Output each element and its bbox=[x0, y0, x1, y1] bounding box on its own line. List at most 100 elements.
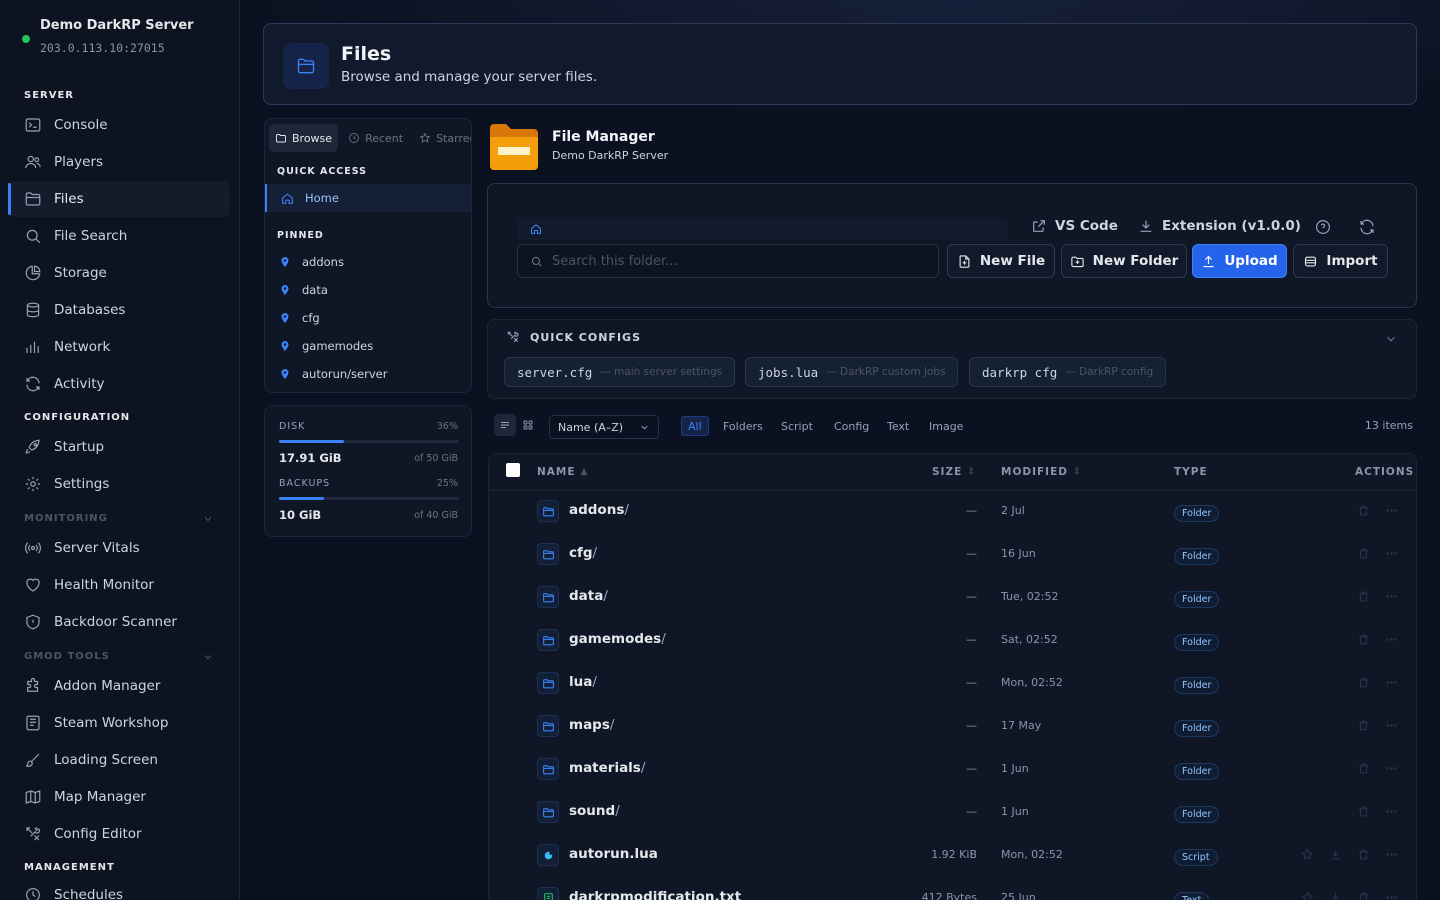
more-icon[interactable] bbox=[1385, 805, 1398, 818]
refresh-icon[interactable] bbox=[1358, 218, 1376, 236]
table-row[interactable]: data/ — Tue, 02:52 Folder bbox=[489, 576, 1416, 619]
search-input[interactable] bbox=[552, 253, 932, 269]
pinned-item[interactable]: gamemodes bbox=[279, 339, 373, 353]
quick-config-chip[interactable]: jobs.lua — DarkRP custom jobs bbox=[745, 357, 959, 387]
quick-config-chip[interactable]: darkrp cfg — DarkRP config bbox=[969, 357, 1167, 387]
delete-icon[interactable] bbox=[1357, 891, 1370, 900]
table-row[interactable]: gamemodes/ — Sat, 02:52 Folder bbox=[489, 619, 1416, 662]
sidebar-item-console[interactable]: Console bbox=[8, 107, 230, 143]
chevron-down-icon[interactable] bbox=[1384, 332, 1398, 346]
download-icon[interactable] bbox=[1329, 891, 1342, 900]
quick-config-chip[interactable]: server.cfg — main server settings bbox=[504, 357, 736, 387]
file-name[interactable]: darkrpmodification.txt bbox=[569, 889, 741, 900]
extension-download-link[interactable]: Extension (v1.0.0) bbox=[1138, 218, 1301, 234]
sidebar-item-files[interactable]: Files bbox=[8, 181, 230, 217]
table-row[interactable]: sound/ — 1 Jun Folder bbox=[489, 791, 1416, 834]
tab-recent[interactable]: Recent bbox=[342, 124, 409, 152]
grid-view-toggle[interactable] bbox=[517, 414, 539, 436]
tab-browse[interactable]: Browse bbox=[269, 124, 339, 152]
file-name[interactable]: maps/ bbox=[569, 717, 614, 733]
sidebar-item-activity[interactable]: Activity bbox=[8, 366, 230, 402]
sort-select[interactable]: Name (A–Z) bbox=[549, 415, 659, 439]
new-file-button[interactable]: New File bbox=[947, 244, 1055, 278]
quick-configs-header[interactable]: QUICK CONFIGS bbox=[506, 330, 641, 344]
sidebar-item-databases[interactable]: Databases bbox=[8, 292, 230, 328]
delete-icon[interactable] bbox=[1357, 676, 1370, 689]
download-icon[interactable] bbox=[1329, 848, 1342, 861]
more-icon[interactable] bbox=[1385, 891, 1398, 900]
file-name[interactable]: cfg/ bbox=[569, 545, 597, 561]
file-name[interactable]: sound/ bbox=[569, 803, 620, 819]
sidebar-item-players[interactable]: Players bbox=[8, 144, 230, 180]
delete-icon[interactable] bbox=[1357, 805, 1370, 818]
star-icon[interactable] bbox=[1301, 891, 1314, 900]
file-name[interactable]: autorun.lua bbox=[569, 846, 658, 862]
delete-icon[interactable] bbox=[1357, 633, 1370, 646]
more-icon[interactable] bbox=[1385, 504, 1398, 517]
filter-image[interactable]: Image bbox=[923, 416, 969, 436]
quick-access-home[interactable]: Home bbox=[265, 184, 471, 212]
import-button[interactable]: Import bbox=[1293, 244, 1388, 278]
column-size[interactable]: SIZE ⇕ bbox=[932, 466, 976, 478]
table-row[interactable]: lua/ — Mon, 02:52 Folder bbox=[489, 662, 1416, 705]
more-icon[interactable] bbox=[1385, 676, 1398, 689]
server-address[interactable]: 203.0.113.10:27015 bbox=[40, 41, 165, 55]
table-row[interactable]: maps/ — 17 May Folder bbox=[489, 705, 1416, 748]
filter-all[interactable]: All bbox=[681, 416, 709, 436]
sidebar-item-loading-screen[interactable]: Loading Screen bbox=[8, 742, 230, 778]
delete-icon[interactable] bbox=[1357, 547, 1370, 560]
column-modified[interactable]: MODIFIED ⇕ bbox=[1001, 466, 1082, 478]
more-icon[interactable] bbox=[1385, 547, 1398, 560]
upload-button[interactable]: Upload bbox=[1192, 244, 1287, 278]
table-row[interactable]: materials/ — 1 Jun Folder bbox=[489, 748, 1416, 791]
pinned-item[interactable]: data bbox=[279, 283, 328, 297]
sidebar-item-network[interactable]: Network bbox=[8, 329, 230, 365]
list-view-toggle[interactable] bbox=[494, 414, 516, 436]
star-icon[interactable] bbox=[1301, 848, 1314, 861]
column-name[interactable]: NAME ▲ bbox=[537, 466, 588, 478]
sidebar-item-startup[interactable]: Startup bbox=[8, 429, 230, 465]
sidebar-item-storage[interactable]: Storage bbox=[8, 255, 230, 291]
sidebar-item-file-search[interactable]: File Search bbox=[8, 218, 230, 254]
delete-icon[interactable] bbox=[1357, 504, 1370, 517]
file-name[interactable]: lua/ bbox=[569, 674, 597, 690]
sidebar-item-backdoor-scanner[interactable]: Backdoor Scanner bbox=[8, 604, 230, 640]
more-icon[interactable] bbox=[1385, 590, 1398, 603]
section-monitoring[interactable]: MONITORING bbox=[24, 513, 212, 524]
table-row[interactable]: cfg/ — 16 Jun Folder bbox=[489, 533, 1416, 576]
more-icon[interactable] bbox=[1385, 848, 1398, 861]
more-icon[interactable] bbox=[1385, 633, 1398, 646]
file-name[interactable]: addons/ bbox=[569, 502, 629, 518]
pinned-item[interactable]: cfg bbox=[279, 311, 320, 325]
new-folder-button[interactable]: New Folder bbox=[1061, 244, 1187, 278]
vscode-link[interactable]: VS Code bbox=[1031, 218, 1118, 234]
filter-text[interactable]: Text bbox=[881, 416, 915, 436]
sidebar-item-addon-manager[interactable]: Addon Manager bbox=[8, 668, 230, 704]
sidebar-item-config-editor[interactable]: Config Editor bbox=[8, 816, 230, 852]
more-icon[interactable] bbox=[1385, 719, 1398, 732]
pinned-item[interactable]: autorun/server bbox=[279, 367, 387, 381]
sidebar-item-settings[interactable]: Settings bbox=[8, 466, 230, 502]
section-gmod-tools[interactable]: GMOD TOOLS bbox=[24, 651, 212, 662]
table-row[interactable]: autorun.lua 1.92 KiB Mon, 02:52 Script bbox=[489, 834, 1416, 877]
sidebar-item-server-vitals[interactable]: Server Vitals bbox=[8, 530, 230, 566]
delete-icon[interactable] bbox=[1357, 762, 1370, 775]
filter-folders[interactable]: Folders bbox=[717, 416, 769, 436]
table-row[interactable]: darkrpmodification.txt 412 Bytes 25 Jun Tex… bbox=[489, 877, 1416, 900]
pinned-item[interactable]: addons bbox=[279, 255, 344, 269]
sidebar-item-steam-workshop[interactable]: Steam Workshop bbox=[8, 705, 230, 741]
filter-config[interactable]: Config bbox=[828, 416, 875, 436]
filter-script[interactable]: Script bbox=[775, 416, 819, 436]
delete-icon[interactable] bbox=[1357, 719, 1370, 732]
sidebar-item-schedules[interactable]: Schedules bbox=[8, 877, 230, 900]
more-icon[interactable] bbox=[1385, 762, 1398, 775]
breadcrumb[interactable] bbox=[518, 218, 1008, 240]
table-row[interactable]: addons/ — 2 Jul Folder bbox=[489, 490, 1416, 533]
help-icon[interactable] bbox=[1314, 218, 1332, 236]
file-name[interactable]: data/ bbox=[569, 588, 608, 604]
tab-starred[interactable]: Starred bbox=[413, 124, 471, 152]
sidebar-item-health-monitor[interactable]: Health Monitor bbox=[8, 567, 230, 603]
file-name[interactable]: gamemodes/ bbox=[569, 631, 666, 647]
file-name[interactable]: materials/ bbox=[569, 760, 645, 776]
delete-icon[interactable] bbox=[1357, 848, 1370, 861]
